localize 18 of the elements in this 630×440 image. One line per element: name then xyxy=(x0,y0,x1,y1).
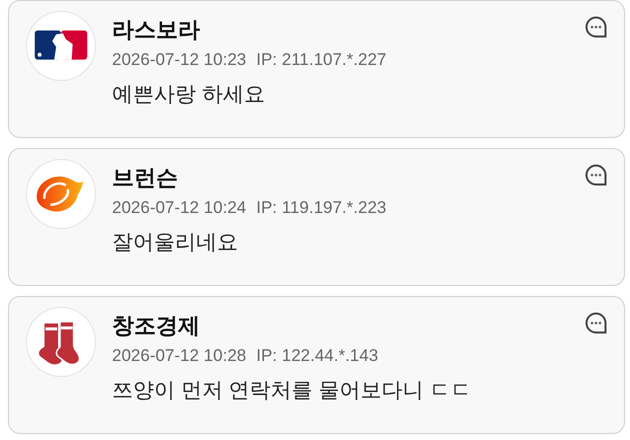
author-name: 브런슨 xyxy=(112,164,179,192)
more-comment-icon[interactable] xyxy=(584,163,608,187)
more-comment-icon[interactable] xyxy=(584,311,608,335)
comment-time: 2026-07-12 10:24 xyxy=(112,197,246,219)
ip-address: IP: 122.44.*.143 xyxy=(256,345,378,367)
author-name: 창조경제 xyxy=(112,312,201,340)
comment-text: 예쁜사랑 하세요 xyxy=(112,82,266,108)
comment-time: 2026-07-12 10:23 xyxy=(112,49,246,71)
more-comment-icon[interactable] xyxy=(584,15,608,39)
comment-time: 2026-07-12 10:28 xyxy=(112,345,246,367)
comment-text: 쯔양이 먼저 연락처를 물어보다니 ㄷㄷ xyxy=(112,378,472,404)
ip-address: IP: 119.197.*.223 xyxy=(256,197,386,219)
batter-logo-icon xyxy=(34,30,88,60)
author-name: 라스보라 xyxy=(112,16,201,44)
comment-text: 잘어울리네요 xyxy=(112,230,239,256)
socks-logo-icon xyxy=(39,320,80,366)
ip-address: IP: 211.107.*.227 xyxy=(256,49,386,71)
ball-logo-icon xyxy=(36,176,84,212)
